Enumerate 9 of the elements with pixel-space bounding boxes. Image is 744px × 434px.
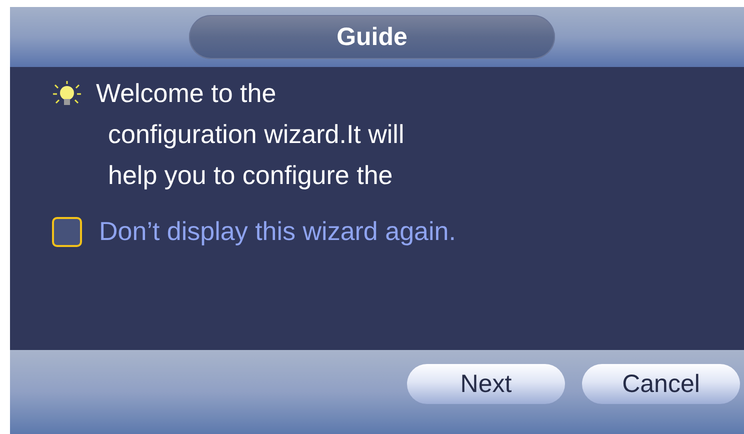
lightbulb-icon [52, 80, 82, 108]
checkbox[interactable] [52, 216, 82, 246]
checkbox-label[interactable]: Don’t display this wizard again. [99, 216, 456, 247]
window-title: Guide [189, 15, 555, 59]
dialog-button[interactable]: Cancel [582, 364, 740, 404]
message-text: configuration wizard.It will [108, 118, 404, 151]
dialog-button[interactable]: Next [407, 364, 565, 404]
message-text: Welcome to the [96, 77, 276, 110]
message-text: help you to configure the [108, 159, 393, 192]
